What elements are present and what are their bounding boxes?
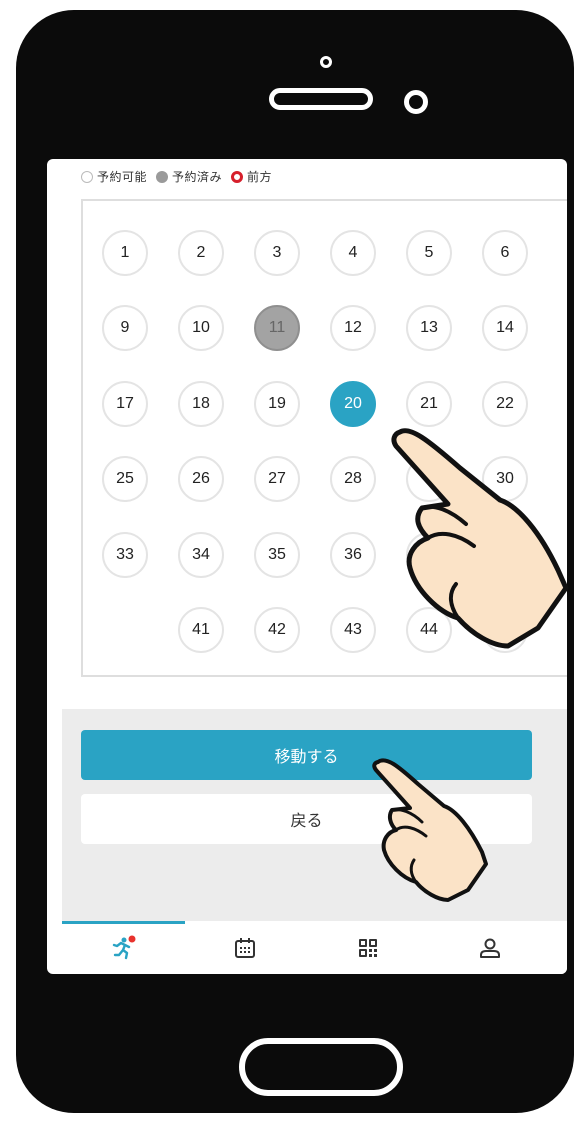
seat-12[interactable]: 12 — [330, 305, 376, 351]
seat-20[interactable]: 20 — [330, 381, 376, 427]
tab-qr[interactable] — [353, 933, 383, 963]
running-person-icon — [112, 935, 136, 960]
active-tab-indicator — [62, 921, 185, 924]
seat-43[interactable]: 43 — [330, 607, 376, 653]
seat-34[interactable]: 34 — [178, 532, 224, 578]
legend-available-label: 予約可能 — [97, 170, 148, 184]
seat-9[interactable]: 9 — [102, 305, 148, 351]
front-ring-icon — [231, 170, 244, 183]
calendar-icon — [235, 938, 255, 958]
front-camera — [320, 56, 332, 68]
seat-10[interactable]: 10 — [178, 305, 224, 351]
seat-19[interactable]: 19 — [254, 381, 300, 427]
seat-5[interactable]: 5 — [406, 230, 452, 276]
seat-33[interactable]: 33 — [102, 532, 148, 578]
legend-front-label: 前方 — [247, 170, 273, 184]
tab-account[interactable] — [475, 933, 505, 963]
seat-35[interactable]: 35 — [254, 532, 300, 578]
seat-41[interactable]: 41 — [178, 607, 224, 653]
home-button[interactable] — [239, 1038, 403, 1096]
seat-18[interactable]: 18 — [178, 381, 224, 427]
legend-front: 前方 — [231, 168, 272, 185]
action-panel: 移動する 戻る — [62, 709, 567, 921]
tab-checkin[interactable] — [108, 933, 138, 963]
pointing-hand-icon — [391, 428, 569, 649]
user-icon — [480, 938, 500, 958]
seat-3[interactable]: 3 — [254, 230, 300, 276]
proximity-sensor — [404, 90, 428, 114]
notification-badge-icon — [128, 935, 136, 943]
seat-42[interactable]: 42 — [254, 607, 300, 653]
seat-14[interactable]: 14 — [482, 305, 528, 351]
seat-28[interactable]: 28 — [330, 456, 376, 502]
seat-2[interactable]: 2 — [178, 230, 224, 276]
bottom-tab-bar — [62, 921, 567, 974]
legend-booked: 予約済み — [156, 168, 222, 185]
available-dot-icon — [81, 170, 93, 183]
legend-booked-label: 予約済み — [172, 170, 223, 184]
seat-36[interactable]: 36 — [330, 532, 376, 578]
earpiece-speaker — [269, 88, 373, 110]
seat-11: 11 — [254, 305, 300, 351]
legend-available: 予約可能 — [81, 168, 147, 185]
tab-calendar[interactable] — [230, 933, 260, 963]
seat-6[interactable]: 6 — [482, 230, 528, 276]
seat-25[interactable]: 25 — [102, 456, 148, 502]
seat-26[interactable]: 26 — [178, 456, 224, 502]
seat-legend: 予約可能 予約済み 前方 — [81, 168, 281, 185]
qr-code-icon — [359, 939, 377, 957]
seat-4[interactable]: 4 — [330, 230, 376, 276]
pointing-hand-icon-2 — [372, 758, 488, 902]
seat-1[interactable]: 1 — [102, 230, 148, 276]
seat-13[interactable]: 13 — [406, 305, 452, 351]
booked-dot-icon — [156, 170, 169, 183]
seat-27[interactable]: 27 — [254, 456, 300, 502]
seat-17[interactable]: 17 — [102, 381, 148, 427]
